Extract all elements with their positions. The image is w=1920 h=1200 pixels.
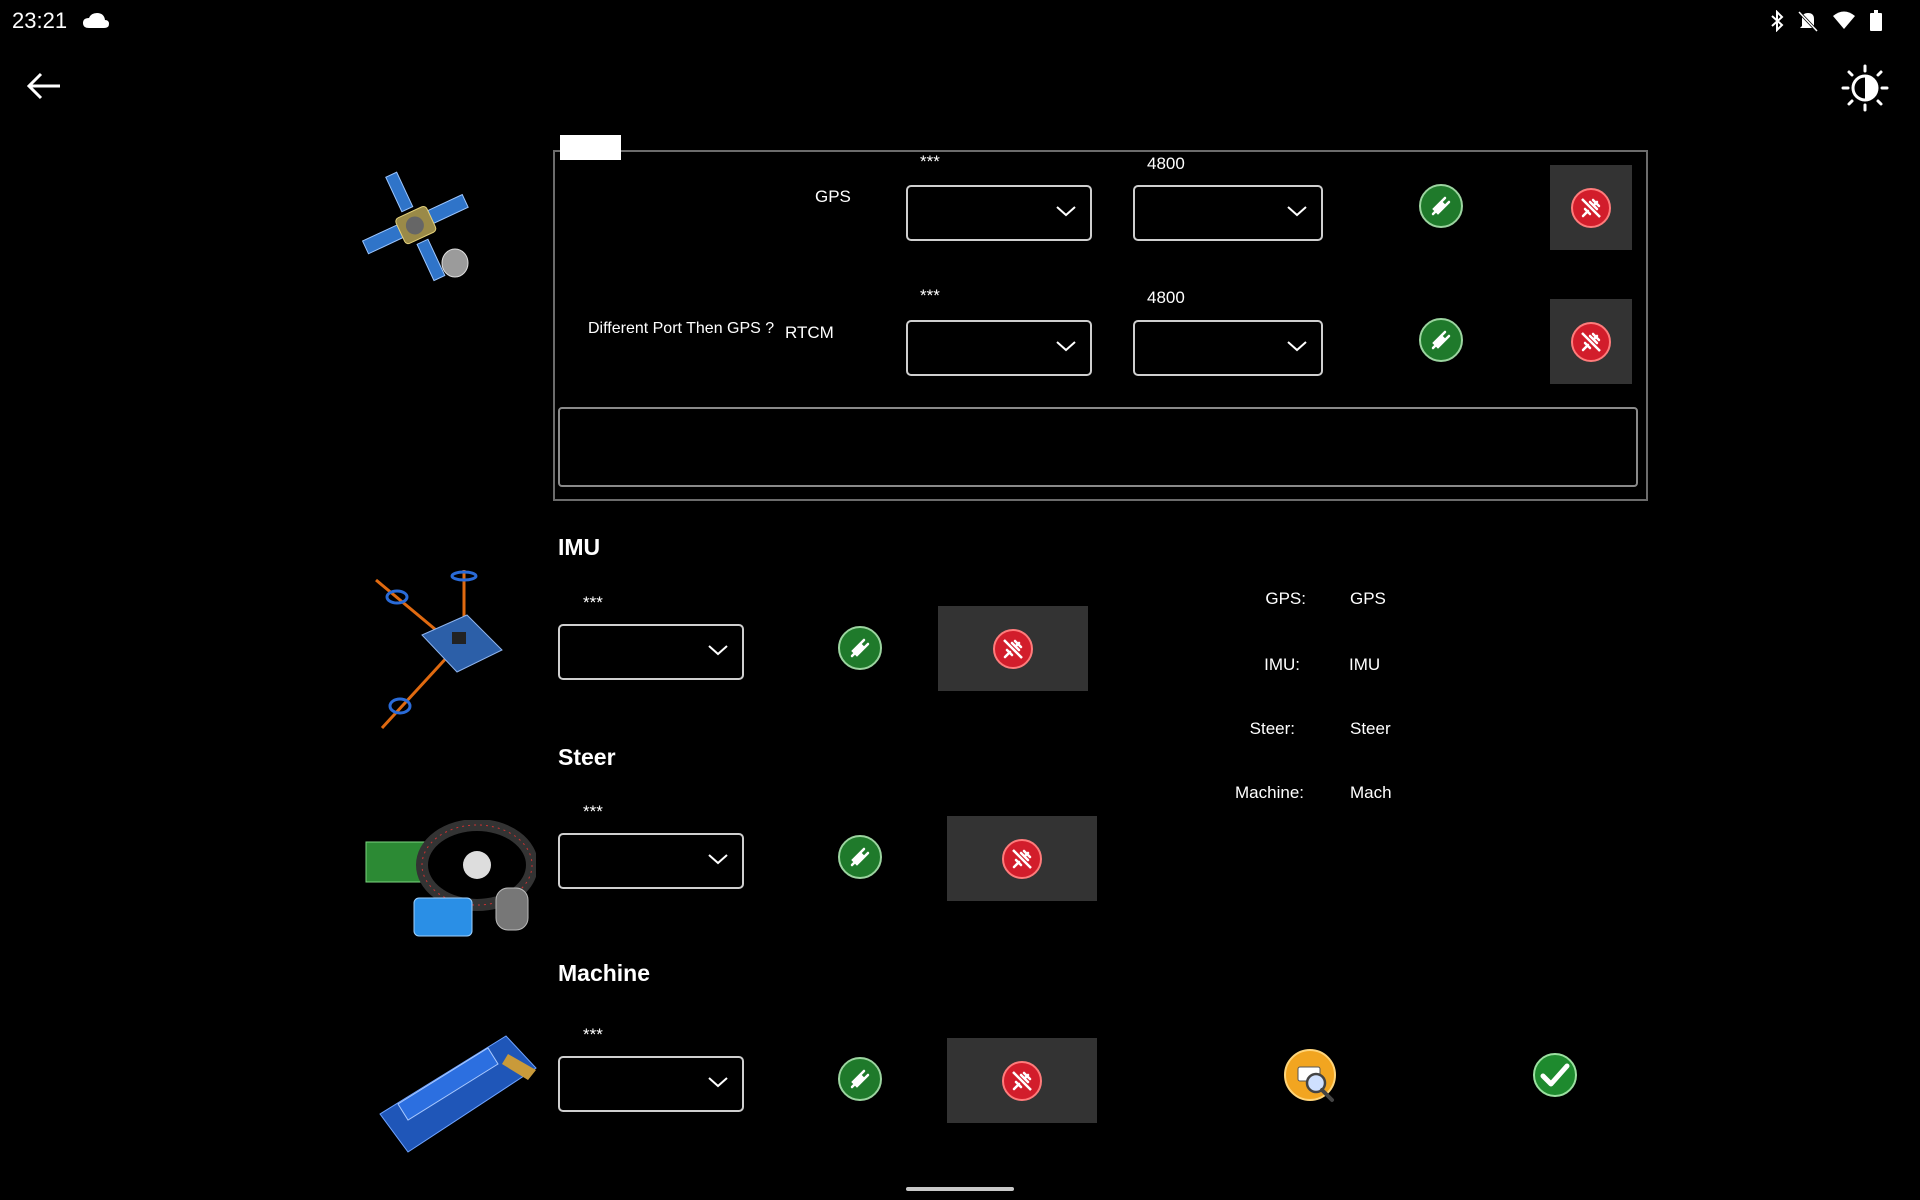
- unplug-icon: [1571, 187, 1611, 228]
- unplug-icon: [1002, 1060, 1042, 1101]
- chevron-down-icon: [1056, 341, 1076, 352]
- chevron-down-icon: [1287, 341, 1307, 352]
- machine-disconnect-button[interactable]: [947, 1038, 1097, 1123]
- summary-imu-key: IMU:: [1264, 655, 1300, 674]
- home-indicator[interactable]: [906, 1187, 1014, 1191]
- serial-message-box[interactable]: [558, 407, 1638, 487]
- summary-gps-key: GPS:: [1265, 589, 1306, 608]
- steer-connect-button[interactable]: [838, 835, 882, 879]
- chevron-down-icon: [708, 854, 728, 865]
- imu-port-dropdown[interactable]: [558, 624, 744, 680]
- bluetooth-icon: [1770, 9, 1784, 37]
- machine-port-header: ***: [583, 1025, 603, 1044]
- steer-disconnect-button[interactable]: [947, 816, 1097, 901]
- back-button[interactable]: [26, 70, 64, 102]
- summary-steer-key: Steer:: [1249, 719, 1295, 738]
- gps-disconnect-button[interactable]: [1550, 165, 1632, 250]
- battery-icon: [1870, 10, 1882, 37]
- summary-machine-key: Machine:: [1235, 783, 1304, 802]
- rtcm-baud-header: 4800: [1147, 288, 1185, 307]
- gps-port-header: ***: [920, 152, 940, 171]
- rtcm-disconnect-button[interactable]: [1550, 299, 1632, 384]
- satellite-image: [355, 165, 480, 295]
- status-icons: [1770, 9, 1882, 37]
- rtcm-different-port-label: Different Port Then GPS ?: [588, 320, 775, 337]
- steer-port-dropdown[interactable]: [558, 833, 744, 889]
- notifications-off-icon: [1797, 10, 1819, 37]
- steer-port-header: ***: [583, 802, 603, 821]
- machine-title: Machine: [558, 960, 651, 986]
- chevron-down-icon: [708, 1077, 728, 1088]
- rtcm-label: RTCM: [785, 323, 834, 342]
- steer-title: Steer: [558, 744, 616, 770]
- rtcm-port-header: ***: [920, 286, 940, 305]
- rtcm-port-dropdown[interactable]: [906, 320, 1092, 376]
- summary-machine-value: Mach: [1350, 783, 1392, 802]
- machine-relay-image: [378, 1034, 538, 1154]
- steer-image: [364, 819, 538, 938]
- arrow-back-icon: [26, 72, 60, 100]
- summary-steer-value: Steer: [1350, 719, 1391, 738]
- plug-icon: [1431, 196, 1451, 216]
- imu-port-header: ***: [583, 593, 603, 612]
- check-icon: [1533, 1053, 1577, 1097]
- plug-icon: [850, 847, 870, 867]
- rtcm-baud-dropdown[interactable]: [1133, 320, 1323, 376]
- plug-icon: [850, 1069, 870, 1089]
- unplug-icon: [993, 628, 1033, 669]
- machine-port-dropdown[interactable]: [558, 1056, 744, 1112]
- imu-title: IMU: [558, 534, 601, 560]
- gps-port-dropdown[interactable]: [906, 185, 1092, 241]
- scan-ports-button[interactable]: [1284, 1049, 1344, 1105]
- search-ports-icon: [1284, 1049, 1336, 1102]
- summary-imu-value: IMU: [1349, 655, 1381, 674]
- chevron-down-icon: [1287, 206, 1307, 217]
- summary-gps-value: GPS: [1350, 589, 1386, 608]
- unplug-icon: [1002, 838, 1042, 879]
- imu-connect-button[interactable]: [838, 626, 882, 670]
- brightness-icon: [1841, 64, 1889, 112]
- status-time: 23:21: [12, 8, 68, 33]
- theme-toggle-button[interactable]: [1841, 64, 1889, 112]
- plug-icon: [850, 638, 870, 658]
- chevron-down-icon: [1056, 206, 1076, 217]
- machine-connect-button[interactable]: [838, 1057, 882, 1101]
- frame-tab: [560, 135, 621, 160]
- ok-button[interactable]: [1532, 1052, 1578, 1098]
- imu-image: [372, 560, 504, 730]
- plug-icon: [1431, 330, 1451, 350]
- gps-baud-dropdown[interactable]: [1133, 185, 1323, 241]
- unplug-icon: [1571, 321, 1611, 362]
- gps-connect-button[interactable]: [1419, 184, 1463, 228]
- imu-disconnect-button[interactable]: [938, 606, 1088, 691]
- chevron-down-icon: [708, 645, 728, 656]
- gps-baud-header: 4800: [1147, 154, 1185, 173]
- gps-label: GPS: [815, 187, 851, 206]
- wifi-icon: [1832, 10, 1856, 37]
- cloud-icon: [82, 12, 110, 35]
- rtcm-connect-button[interactable]: [1419, 318, 1463, 362]
